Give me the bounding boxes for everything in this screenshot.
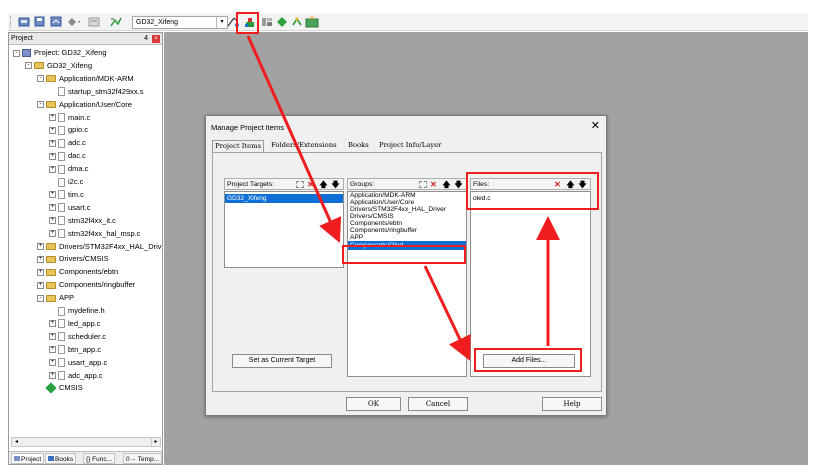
arrow-group-to-add-files [423,265,471,361]
arrow-toolbar-to-groups [246,35,342,243]
annotation-arrows [246,35,560,361]
